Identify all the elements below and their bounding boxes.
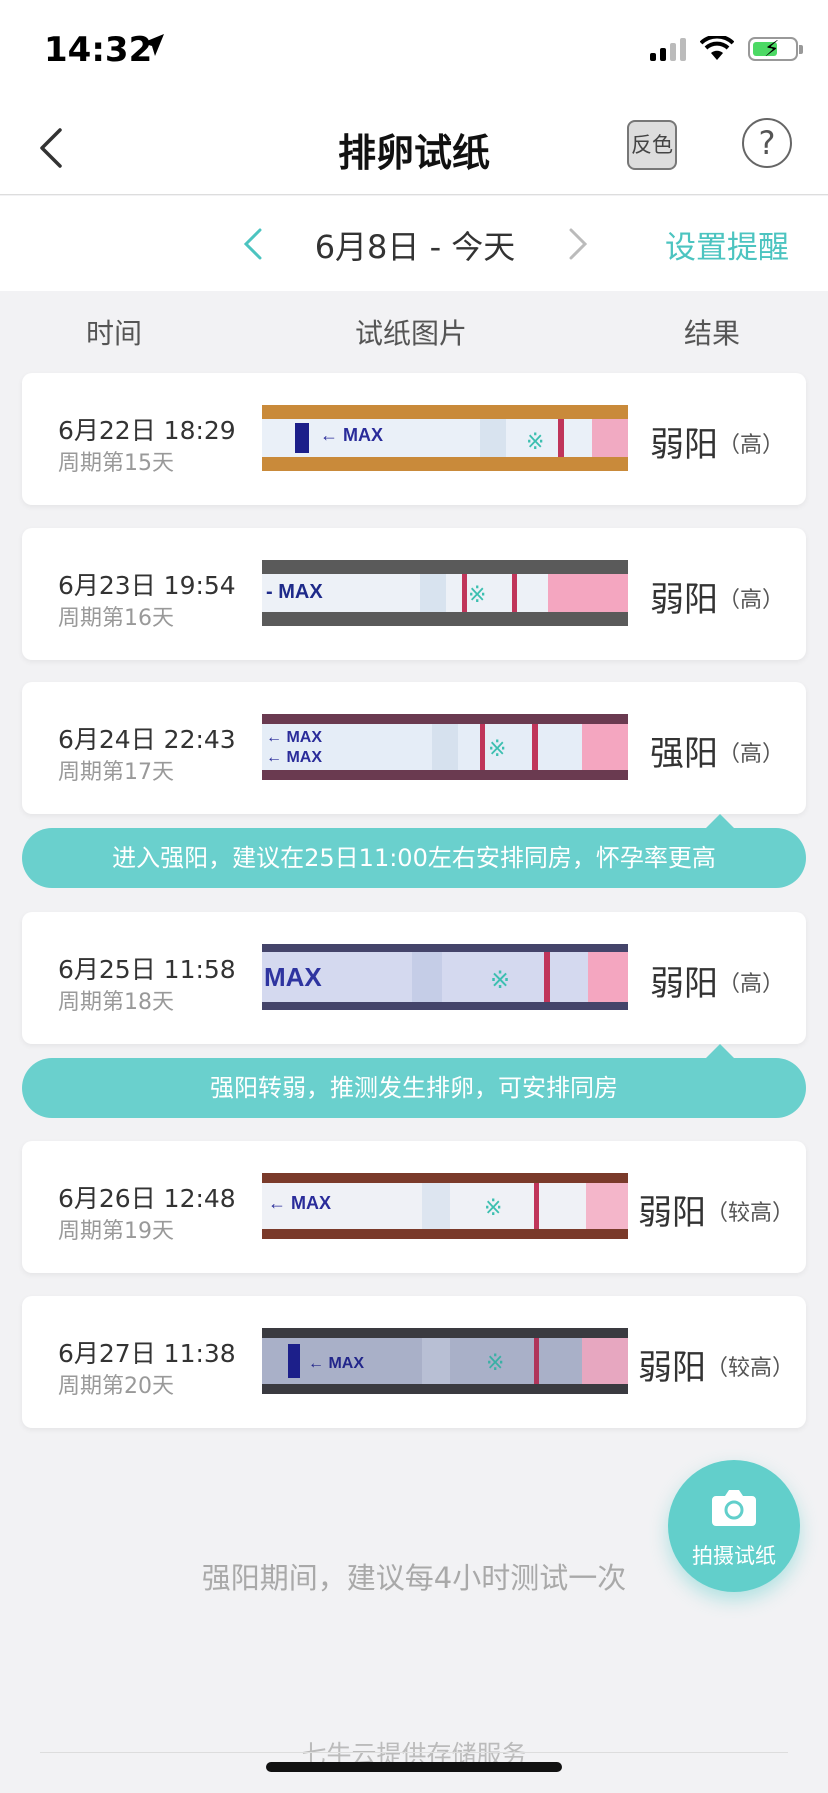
column-header-time: 时间: [86, 317, 143, 350]
record-card[interactable]: 6月27日 11:38 周期第20天 ← MAX ※ 弱阳 （较高）: [22, 1296, 806, 1428]
svg-text:MAX: MAX: [264, 962, 322, 992]
svg-text:← MAX: ← MAX: [266, 749, 322, 766]
column-header-result: 结果: [684, 317, 741, 350]
svg-text:- MAX: - MAX: [266, 581, 323, 603]
test-strip-image: ← MAX ※: [262, 1173, 628, 1239]
date-bar: 6月8日 - 今天 设置提醒: [0, 196, 828, 291]
record-time: 6月22日 18:29: [58, 416, 236, 445]
column-header-image: 试纸图片: [355, 317, 468, 350]
column-headers: 时间 试纸图片 结果: [0, 312, 828, 352]
record-cycle-day: 周期第17天: [58, 760, 174, 785]
record-level: （高）: [718, 742, 785, 767]
record-result: 弱阳: [650, 964, 718, 1004]
location-arrow-icon: [142, 34, 164, 56]
record-cycle-day: 周期第15天: [58, 451, 174, 476]
record-time: 6月27日 11:38: [58, 1339, 236, 1368]
record-time: 6月26日 12:48: [58, 1184, 236, 1213]
svg-text:※: ※: [486, 1351, 504, 1376]
status-bar: 14:32 ⚡: [0, 0, 828, 100]
svg-text:← MAX: ← MAX: [266, 729, 322, 746]
svg-text:※: ※: [526, 430, 544, 455]
camera-icon: [712, 1490, 756, 1526]
battery-icon: ⚡: [748, 37, 803, 62]
capture-strip-button[interactable]: 拍摄试纸: [668, 1460, 800, 1592]
home-indicator: [266, 1762, 562, 1772]
record-cycle-day: 周期第18天: [58, 990, 174, 1015]
date-label: 6月8日 - 今天: [314, 228, 516, 266]
test-strip-image: - MAX ※: [262, 560, 628, 626]
test-strip-image: ← MAX ← MAX ※: [262, 714, 628, 780]
page-title: 排卵试纸: [337, 131, 490, 175]
record-cycle-day: 周期第16天: [58, 606, 174, 631]
record-time: 6月24日 22:43: [58, 725, 236, 754]
record-level: （高）: [718, 588, 785, 613]
record-card[interactable]: 6月25日 11:58 周期第18天 MAX ※ 弱阳 （高）: [22, 912, 806, 1044]
record-card[interactable]: 6月26日 12:48 周期第19天 ← MAX ※ 弱阳 （较高）: [22, 1141, 806, 1273]
tip-pointer: [706, 1044, 734, 1058]
svg-text:※: ※: [490, 966, 510, 994]
tip-banner: 进入强阳，建议在25日11:00左右安排同房，怀孕率更高: [22, 828, 806, 888]
divider: [40, 1752, 788, 1753]
record-level: （较高）: [706, 1356, 795, 1381]
nav-bar: 排卵试纸 反色 ?: [0, 100, 828, 195]
svg-text:← MAX: ← MAX: [268, 1193, 331, 1213]
test-strip-image: ← MAX ※: [262, 405, 628, 471]
status-icons: ⚡: [650, 36, 803, 62]
cellular-signal-icon: [650, 37, 686, 61]
prev-date-chevron-icon[interactable]: [238, 224, 268, 264]
record-cycle-day: 周期第20天: [58, 1374, 174, 1399]
record-result: 弱阳: [638, 1348, 706, 1388]
wifi-icon: [700, 36, 734, 60]
record-cycle-day: 周期第19天: [58, 1219, 174, 1244]
help-button[interactable]: ?: [742, 118, 792, 168]
record-card[interactable]: 6月24日 22:43 周期第17天 ← MAX ← MAX ※ 强阳 （高）: [22, 682, 806, 814]
svg-text:← MAX: ← MAX: [308, 1355, 364, 1372]
record-level: （较高）: [706, 1201, 795, 1226]
capture-strip-label: 拍摄试纸: [692, 1544, 776, 1568]
record-card[interactable]: 6月22日 18:29 周期第15天 ← MAX ※ 弱阳 （高）: [22, 373, 806, 505]
set-reminder-link[interactable]: 设置提醒: [665, 222, 789, 267]
record-level: （高）: [718, 972, 785, 997]
test-strip-image: MAX ※: [262, 944, 628, 1010]
tip-banner: 强阳转弱，推测发生排卵，可安排同房: [22, 1058, 806, 1118]
svg-text:※: ※: [484, 1196, 502, 1221]
tip-pointer: [706, 814, 734, 828]
record-result: 强阳: [650, 734, 718, 774]
record-level: （高）: [718, 433, 785, 458]
invert-color-button[interactable]: 反色: [627, 120, 677, 170]
svg-text:※: ※: [468, 583, 486, 608]
svg-text:※: ※: [488, 737, 506, 762]
record-result: 弱阳: [650, 580, 718, 620]
next-date-chevron-icon[interactable]: [563, 224, 593, 264]
record-result: 弱阳: [650, 425, 718, 465]
status-time: 14:32: [44, 30, 153, 70]
record-result: 弱阳: [638, 1193, 706, 1233]
record-time: 6月25日 11:58: [58, 955, 236, 984]
record-time: 6月23日 19:54: [58, 571, 236, 600]
svg-text:← MAX: ← MAX: [320, 425, 383, 445]
test-strip-image: ← MAX ※: [262, 1328, 628, 1394]
record-card[interactable]: 6月23日 19:54 周期第16天 - MAX ※ 弱阳 （高）: [22, 528, 806, 660]
